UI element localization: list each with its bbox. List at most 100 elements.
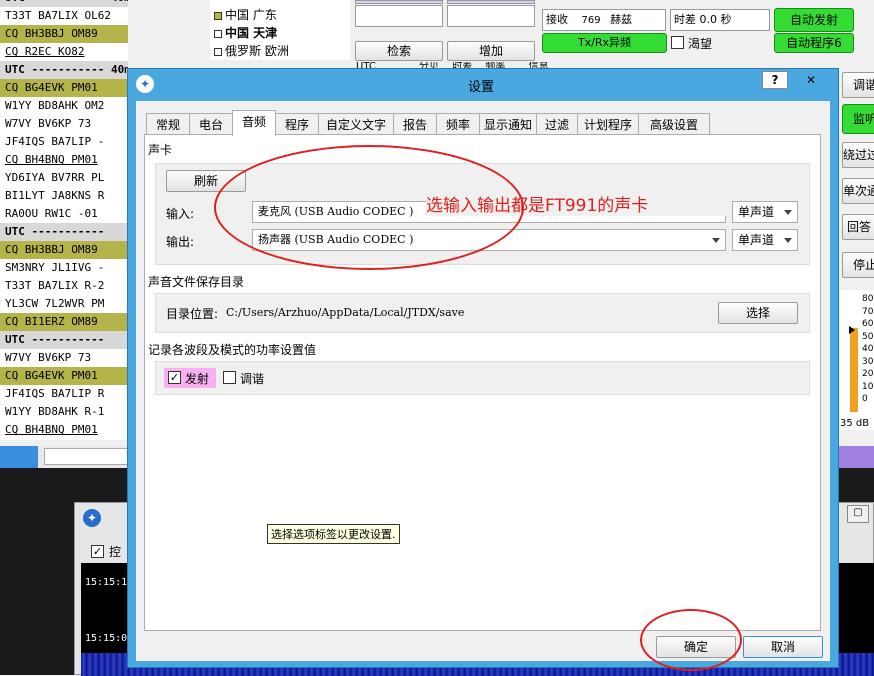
close-button[interactable]: ✕	[790, 71, 832, 89]
decode-row[interactable]: UTC ----------- 40m 波段	[0, 0, 128, 7]
bottom-checkbox[interactable]: ✓	[91, 545, 104, 558]
rx-freq-spinner[interactable]: 接收 769 赫兹	[542, 9, 666, 31]
decode-row[interactable]: YL3CW 7L2WVR PM	[0, 295, 128, 313]
save-dir-group: 目录位置: C:/Users/Arzhuo/AppData/Local/JTDX…	[155, 293, 810, 333]
decode-row[interactable]: CQ BI1ERZ OM89	[0, 313, 128, 331]
tune-button[interactable]: 调谐	[842, 72, 874, 98]
top-field-left-strip	[355, 0, 443, 4]
country-list: 中国 广东中国 天津俄罗斯 欧洲	[210, 0, 350, 60]
decode-row[interactable]: W7VY BV6KP 73	[0, 115, 128, 133]
output-label: 输出:	[166, 235, 195, 249]
soundcard-annotation: 选输入输出都是FT991的声卡	[426, 191, 726, 216]
power-group: ✓ 发射 调谐	[155, 361, 810, 395]
decode-row[interactable]: UTC ----------- 40m 波段	[0, 61, 128, 79]
output-channel-value: 单声道	[738, 233, 775, 247]
ok-button[interactable]: 确定	[656, 636, 736, 658]
decode-row[interactable]: CQ R2EC KO82	[0, 43, 128, 61]
power-title: 记录各波段及模式的功率设置值	[148, 343, 317, 357]
save-dir-path: C:/Users/Arzhuo/AppData/Local/JTDX/save	[226, 306, 465, 319]
decode-row[interactable]: YD6IYA BV7RR PL	[0, 169, 128, 187]
dt-spinner[interactable]: 时差 0.0 秒	[670, 9, 770, 31]
wish-checkbox[interactable]	[671, 36, 684, 49]
meter-tick-label: 40	[862, 344, 874, 354]
decode-row[interactable]: BI1LYT JA8KNS R	[0, 187, 128, 205]
decode-row[interactable]: CQ BH4BNQ PM01	[0, 421, 128, 439]
choose-dir-button[interactable]: 选择	[718, 302, 798, 324]
tab-2[interactable]: 音频	[232, 110, 276, 136]
restore-icon[interactable]: ▢	[847, 505, 869, 523]
tab-3[interactable]: 程序	[275, 113, 319, 135]
tab-6[interactable]: 频率	[436, 113, 480, 135]
decode-row[interactable]: W1YY BD8AHK R-1	[0, 403, 128, 421]
country-text: 俄罗斯 欧洲	[225, 44, 289, 58]
meter-tick-label: 20	[862, 369, 874, 379]
skip-button[interactable]: 绕过过	[842, 142, 874, 168]
search-button[interactable]: 检索	[355, 41, 443, 61]
tab-4[interactable]: 自定义文字	[318, 113, 394, 135]
dialog-titlebar[interactable]: ✦ 设置 ? ✕	[128, 69, 838, 99]
bottom-check-label: 控	[109, 545, 122, 559]
single-button[interactable]: 单次通	[842, 178, 874, 204]
decode-row[interactable]: CQ BG4EVK PM01	[0, 367, 128, 385]
monitor-button[interactable]: 监听	[842, 104, 874, 134]
meter-tick-label: 80	[862, 294, 874, 304]
input-channel-select[interactable]: 单声道	[732, 201, 798, 223]
decode-row[interactable]: CQ BH3BBJ OM89	[0, 241, 128, 259]
tab-7[interactable]: 显示通知	[479, 113, 537, 135]
stop-button[interactable]: 停止	[842, 252, 874, 278]
rx-value: 769	[581, 15, 601, 26]
decode-row[interactable]: CQ BG4EVK PM01	[0, 79, 128, 97]
country-row: 中国 广东	[214, 6, 277, 24]
txrx-diff-button[interactable]: Tx/Rx异频	[542, 33, 667, 53]
tune-label: 调谐	[240, 372, 265, 386]
add-button[interactable]: 增加	[447, 41, 535, 61]
tab-10[interactable]: 高级设置	[638, 113, 710, 135]
decode-row[interactable]: CQ BH3BBJ OM89	[0, 25, 128, 43]
meter-tick-label: 70	[862, 306, 874, 317]
decode-row[interactable]: UTC -----------	[0, 223, 128, 241]
decode-row[interactable]: W7VY BV6KP 73	[0, 349, 128, 367]
call-field[interactable]	[355, 5, 443, 27]
decode-row[interactable]: SM3NRY JL1IVG -	[0, 259, 128, 277]
country-text: 中国 广东	[225, 8, 277, 22]
help-button[interactable]: ?	[762, 71, 788, 89]
country-text: 中国 天津	[225, 26, 278, 40]
decode-row[interactable]: JF4IQS BA7LIP -	[0, 133, 128, 151]
decode-row[interactable]: T33T BA7LIX R-2	[0, 277, 128, 295]
refresh-button[interactable]: 刷新	[166, 170, 246, 192]
input-channel-value: 单声道	[738, 205, 775, 219]
decode-row[interactable]: W1YY BD8AHK OM2	[0, 97, 128, 115]
tx-checkbox[interactable]: ✓	[168, 371, 181, 384]
tab-1[interactable]: 电台	[189, 113, 233, 135]
progress-segment-left	[0, 446, 38, 468]
meter-tick-label: 60	[862, 319, 874, 329]
decode-row[interactable]: CQ BH4BNQ PM01	[0, 151, 128, 169]
reply-button[interactable]: 回答	[842, 214, 874, 240]
tab-8[interactable]: 过滤	[536, 113, 578, 135]
grid-field[interactable]	[447, 5, 535, 27]
waterfall-time-1: 15:15:1	[85, 577, 128, 588]
decode-row[interactable]: JF4IQS BA7LIP R	[0, 385, 128, 403]
tab-9[interactable]: 计划程序	[577, 113, 639, 135]
meter-pointer-icon	[849, 326, 855, 334]
dt-label: 时差 0.0 秒	[674, 13, 732, 26]
tab-0[interactable]: 常规	[146, 113, 190, 135]
output-device-select[interactable]: 扬声器 (USB Audio CODEC )	[252, 229, 726, 251]
chevron-down-icon	[784, 238, 792, 243]
cancel-button[interactable]: 取消	[743, 636, 823, 658]
meter-tick-label: 0	[862, 394, 868, 404]
tab-5[interactable]: 报告	[393, 113, 437, 135]
auto-tx-button[interactable]: 自动发射	[774, 8, 854, 32]
bullet-icon	[214, 11, 222, 20]
tune-checkbox[interactable]	[223, 371, 236, 384]
decode-list[interactable]: UTC ----------- 40m 波段T33T BA7LIX OL62CQ…	[0, 0, 128, 440]
tabs-tooltip: 选择选项标签以更改设置.	[267, 524, 400, 544]
decode-row[interactable]: UTC -----------	[0, 331, 128, 349]
dialog-title: 设置	[468, 80, 495, 95]
auto-seq-button[interactable]: 自动程序6	[774, 33, 854, 53]
decode-row[interactable]: T33T BA7LIX OL62	[0, 7, 128, 25]
output-channel-select[interactable]: 单声道	[732, 229, 798, 251]
decode-row[interactable]: RA0OU RW1C -01	[0, 205, 128, 223]
progress-segment-right	[838, 446, 874, 468]
chevron-down-icon	[784, 210, 792, 215]
